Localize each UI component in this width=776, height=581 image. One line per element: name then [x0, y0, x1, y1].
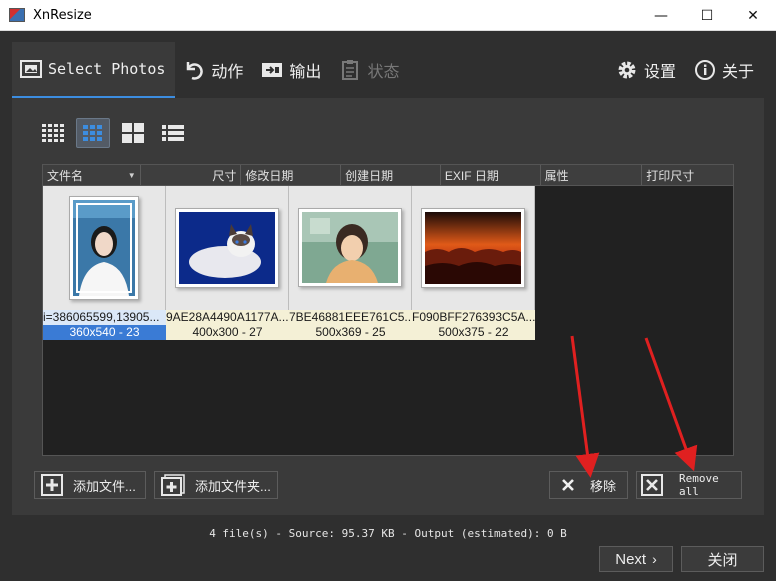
file-name: F090BFF276393C5A... — [412, 310, 535, 325]
thumbnail-image — [175, 208, 279, 288]
info-icon — [694, 59, 716, 81]
tab-output[interactable]: 输出 — [253, 42, 331, 98]
close-icon — [562, 479, 574, 491]
close-window-button[interactable]: ✕ — [730, 0, 776, 31]
large-grid-icon — [122, 123, 144, 143]
file-list[interactable]: 文件名 ▼ 尺寸 修改日期 创建日期 EXIF 日期 属性 打印尺寸 i=386… — [42, 164, 734, 456]
column-header-label: 修改日期 — [245, 168, 294, 183]
status-summary: 4 file(s) - Source: 95.37 KB - Output (e… — [209, 527, 567, 540]
tab-select-photos[interactable]: Select Photos — [12, 42, 176, 98]
column-headers: 文件名 ▼ 尺寸 修改日期 创建日期 EXIF 日期 属性 打印尺寸 — [43, 165, 733, 186]
remove-button[interactable]: 移除 — [549, 471, 628, 499]
column-header-attributes[interactable]: 属性 — [541, 165, 643, 185]
tab-label: 输出 — [289, 64, 322, 81]
status-icon — [339, 59, 361, 81]
list-item[interactable]: 7BE46881EEE761C5... 500x369 - 25 — [289, 186, 412, 340]
file-name: 9AE28A4490A1177A... — [166, 310, 289, 325]
tab-settings[interactable]: 设置 — [608, 42, 686, 98]
close-button[interactable]: 关闭 — [681, 546, 764, 572]
add-icon — [41, 474, 63, 496]
output-icon — [261, 59, 283, 81]
file-name: i=386065599,13905... — [43, 310, 166, 325]
remove-all-icon — [641, 474, 663, 496]
chevron-right-icon: › — [652, 551, 657, 567]
large-grid-view-button[interactable] — [116, 118, 150, 148]
tab-status[interactable]: 状态 — [331, 42, 409, 98]
thumbnail-image — [69, 196, 139, 300]
column-header-label: 创建日期 — [345, 168, 394, 183]
button-label: Remove all — [679, 472, 719, 498]
tab-about[interactable]: 关于 — [686, 42, 764, 98]
column-header-label: 打印尺寸 — [646, 168, 695, 183]
thumbnail-image — [421, 208, 525, 288]
add-folder-icon — [161, 474, 185, 496]
maximize-button[interactable]: ☐ — [684, 0, 730, 31]
main-panel: 文件名 ▼ 尺寸 修改日期 创建日期 EXIF 日期 属性 打印尺寸 i=386… — [12, 98, 764, 515]
add-files-button[interactable]: 添加文件... — [34, 471, 146, 499]
sort-descending-icon: ▼ — [127, 170, 136, 180]
select-photos-icon — [20, 58, 42, 80]
file-name: 7BE46881EEE761C5... — [289, 310, 412, 325]
file-info: 400x300 - 27 — [166, 325, 289, 340]
column-header-label: 文件名 — [47, 168, 84, 183]
tab-action[interactable]: 动作 — [175, 42, 253, 98]
column-header-label: 尺寸 — [212, 168, 237, 183]
window-title: XnResize — [33, 7, 92, 23]
list-item[interactable]: i=386065599,13905... 360x540 - 23 — [43, 186, 166, 340]
list-view-icon — [162, 124, 184, 141]
tab-label: Select Photos — [48, 60, 166, 78]
file-info: 500x369 - 25 — [289, 325, 412, 340]
small-grid-view-button[interactable] — [36, 118, 70, 148]
button-label: Next — [615, 550, 647, 568]
app-icon — [9, 8, 25, 22]
tab-label: 动作 — [211, 64, 244, 81]
button-label: 添加文件夹... — [195, 478, 271, 494]
column-header-modified[interactable]: 修改日期 — [241, 165, 342, 185]
main-tabs: Select Photos 动作 输出 状态 设置 关于 — [12, 42, 764, 98]
tab-label: 设置 — [643, 64, 676, 81]
tab-label: 状态 — [367, 64, 400, 81]
action-icon — [183, 59, 205, 81]
column-header-created[interactable]: 创建日期 — [341, 165, 441, 185]
button-label: 添加文件... — [73, 478, 136, 494]
tab-label: 关于 — [721, 64, 754, 81]
remove-all-button[interactable]: Remove all — [636, 471, 742, 499]
thumbnail-grid: i=386065599,13905... 360x540 - 23 9AE28A… — [43, 186, 733, 340]
column-header-label: EXIF 日期 — [444, 168, 499, 183]
button-label: 移除 — [590, 478, 617, 494]
column-header-label: 属性 — [544, 168, 569, 183]
column-header-exif-date[interactable]: EXIF 日期 — [441, 165, 541, 185]
list-item[interactable]: F090BFF276393C5A... 500x375 - 22 — [412, 186, 535, 340]
list-view-button[interactable] — [156, 118, 190, 148]
file-info: 360x540 - 23 — [43, 325, 166, 340]
file-info: 500x375 - 22 — [412, 325, 535, 340]
column-header-print-size[interactable]: 打印尺寸 — [642, 165, 733, 185]
thumbnail-image — [298, 208, 402, 287]
column-header-size[interactable]: 尺寸 — [141, 165, 242, 185]
gear-icon — [616, 59, 638, 81]
minimize-button[interactable]: — — [638, 0, 684, 31]
medium-grid-icon — [83, 124, 102, 141]
view-mode-bar — [36, 118, 190, 148]
list-item[interactable]: 9AE28A4490A1177A... 400x300 - 27 — [166, 186, 289, 340]
add-folder-button[interactable]: 添加文件夹... — [154, 471, 278, 499]
title-bar: XnResize — ☐ ✕ — [0, 0, 776, 31]
button-label: 关闭 — [707, 551, 738, 569]
medium-grid-view-button[interactable] — [76, 118, 110, 148]
small-grid-icon — [42, 124, 64, 142]
next-button[interactable]: Next › — [599, 546, 673, 572]
column-header-filename[interactable]: 文件名 ▼ — [43, 165, 141, 185]
